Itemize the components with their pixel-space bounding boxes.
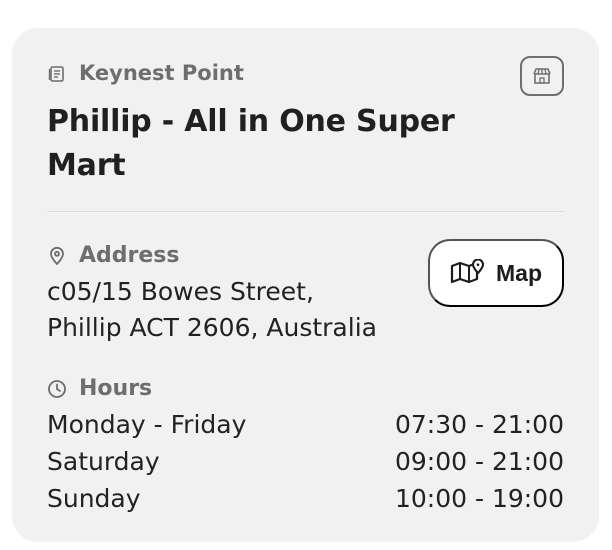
store-button[interactable]	[520, 56, 564, 96]
address-text: c05/15 Bowes Street, Phillip ACT 2606, A…	[47, 274, 407, 346]
hours-time-sunday: 10:00 - 19:00	[394, 484, 564, 513]
hours-time-saturday: 09:00 - 21:00	[394, 447, 564, 476]
divider	[47, 211, 564, 212]
document-icon	[47, 64, 67, 84]
address-line-1: c05/15 Bowes Street,	[47, 277, 314, 306]
hours-day-sunday: Sunday	[47, 484, 141, 513]
store-title: Phillip - All in One Super Mart	[47, 104, 455, 183]
clock-icon	[47, 379, 67, 399]
map-button[interactable]: Map	[428, 239, 564, 307]
address-label: Address	[79, 243, 180, 268]
address-line-2: Phillip ACT 2606, Australia	[47, 313, 377, 342]
location-name: Keynest Point	[79, 61, 244, 85]
hours-label-row: Hours	[47, 378, 152, 400]
hours-day-saturday: Saturday	[47, 447, 160, 476]
hours-list: Monday - Friday 07:30 - 21:00 Saturday 0…	[47, 406, 564, 517]
store-icon	[532, 67, 552, 85]
hours-time-weekday: 07:30 - 21:00	[394, 410, 564, 439]
hours-row-saturday: Saturday 09:00 - 21:00	[47, 443, 564, 480]
hours-row-sunday: Sunday 10:00 - 19:00	[47, 480, 564, 517]
map-icon	[450, 259, 486, 287]
store-card: Keynest Point Phillip - All in One Super…	[12, 28, 599, 542]
hours-label: Hours	[79, 376, 153, 401]
hours-day-weekday: Monday - Friday	[47, 410, 247, 439]
map-pin-icon	[47, 246, 67, 266]
hours-row-weekday: Monday - Friday 07:30 - 21:00	[47, 406, 564, 443]
address-label-row: Address	[47, 245, 179, 267]
map-button-label: Map	[496, 259, 542, 286]
location-label-row: Keynest Point	[47, 63, 244, 84]
